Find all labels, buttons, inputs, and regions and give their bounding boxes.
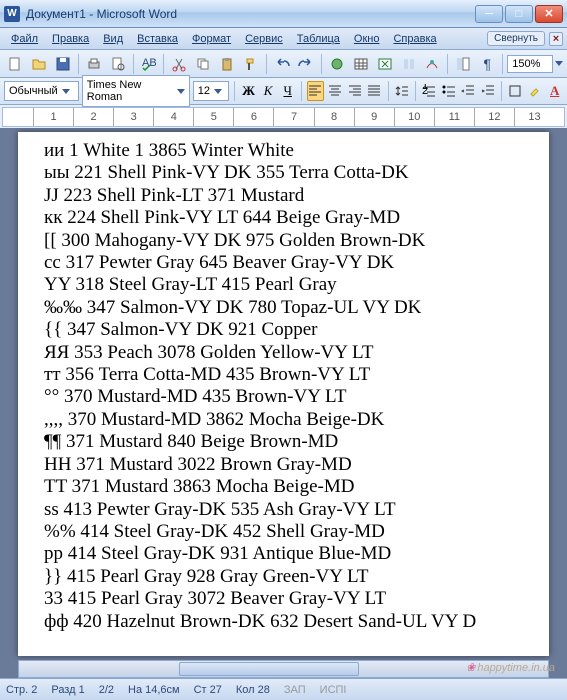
- preview-icon[interactable]: [107, 53, 129, 75]
- text-line[interactable]: 33 415 Pearl Gray 3072 Beaver Gray-VY LT: [44, 588, 523, 610]
- font-color-button[interactable]: А: [546, 81, 563, 101]
- text-line[interactable]: TT 371 Mustard 3863 Mocha Beige-MD: [44, 476, 523, 498]
- status-section: Разд 1: [51, 684, 84, 696]
- bold-button[interactable]: Ж: [240, 81, 257, 101]
- svg-text:ABC: ABC: [142, 57, 156, 69]
- minimize-button[interactable]: ─: [475, 5, 503, 23]
- print-icon[interactable]: [83, 53, 105, 75]
- text-line[interactable]: фф 420 Hazelnut Brown-DK 632 Desert Sand…: [44, 611, 523, 633]
- text-line[interactable]: ыы 221 Shell Pink-VY DK 355 Terra Cotta-…: [44, 162, 523, 184]
- text-line[interactable]: кк 224 Shell Pink-VY LT 644 Beige Gray-M…: [44, 207, 523, 229]
- collapse-button[interactable]: Свернуть: [487, 31, 545, 46]
- text-line[interactable]: JJ 223 Shell Pink-LT 371 Mustard: [44, 185, 523, 207]
- text-line[interactable]: тт 356 Terra Cotta-MD 435 Brown-VY LT: [44, 364, 523, 386]
- menu-file[interactable]: Файл: [4, 30, 45, 48]
- table-icon[interactable]: [350, 53, 372, 75]
- text-line[interactable]: ss 413 Pewter Gray-DK 535 Ash Gray-VY LT: [44, 499, 523, 521]
- menu-view[interactable]: Вид: [96, 30, 130, 48]
- numbered-list-button[interactable]: 12: [421, 81, 438, 101]
- font-combo[interactable]: Times New Roman: [82, 75, 190, 107]
- indent-button[interactable]: [480, 81, 497, 101]
- menu-help[interactable]: Справка: [386, 30, 443, 48]
- menu-edit[interactable]: Правка: [45, 30, 96, 48]
- save-icon[interactable]: [52, 53, 74, 75]
- redo-icon[interactable]: [295, 53, 317, 75]
- size-value: 12: [198, 85, 210, 97]
- underline-button[interactable]: Ч: [279, 81, 296, 101]
- doc-close-button[interactable]: ×: [549, 32, 563, 46]
- text-line[interactable]: cc 317 Pewter Gray 645 Beaver Gray-VY DK: [44, 252, 523, 274]
- text-line[interactable]: %% 414 Steel Gray-DK 452 Shell Gray-MD: [44, 521, 523, 543]
- bullet-list-button[interactable]: [441, 81, 458, 101]
- link-icon[interactable]: [326, 53, 348, 75]
- align-justify-button[interactable]: [366, 81, 383, 101]
- excel-icon[interactable]: [374, 53, 396, 75]
- text-line[interactable]: HH 371 Mustard 3022 Brown Gray-MD: [44, 454, 523, 476]
- menu-insert[interactable]: Вставка: [130, 30, 185, 48]
- maximize-button[interactable]: □: [505, 5, 533, 23]
- new-doc-icon[interactable]: [4, 53, 26, 75]
- status-rec: ЗАП: [284, 684, 306, 696]
- cut-icon[interactable]: [168, 53, 190, 75]
- align-left-button[interactable]: [307, 81, 324, 101]
- spell-icon[interactable]: ABC: [138, 53, 160, 75]
- size-combo[interactable]: 12: [193, 81, 230, 101]
- text-line[interactable]: ии 1 White 1 3865 Winter White: [44, 140, 523, 162]
- menu-bar: Файл Правка Вид Вставка Формат Сервис Та…: [0, 28, 567, 50]
- horizontal-ruler[interactable]: 12345678910111213: [2, 107, 565, 127]
- zoom-combo[interactable]: 150%: [507, 55, 553, 73]
- status-at: На 14,6см: [128, 684, 180, 696]
- text-line[interactable]: }} 415 Pearl Gray 928 Gray Green-VY LT: [44, 566, 523, 588]
- text-line[interactable]: ЯЯ 353 Peach 3078 Golden Yellow-VY LT: [44, 342, 523, 364]
- italic-button[interactable]: К: [260, 81, 277, 101]
- open-icon[interactable]: [28, 53, 50, 75]
- text-line[interactable]: °° 370 Mustard-MD 435 Brown-VY LT: [44, 386, 523, 408]
- text-line[interactable]: {{ 347 Salmon-VY DK 921 Copper: [44, 319, 523, 341]
- document-area: ии 1 White 1 3865 Winter Whiteыы 221 She…: [0, 128, 567, 678]
- window-title: Документ1 - Microsoft Word: [26, 7, 475, 21]
- zoom-dropdown-icon[interactable]: [555, 61, 563, 66]
- align-right-button[interactable]: [346, 81, 363, 101]
- paste-icon[interactable]: [216, 53, 238, 75]
- docmap-icon[interactable]: [452, 53, 474, 75]
- status-line: Ст 27: [194, 684, 222, 696]
- status-col: Кол 28: [236, 684, 270, 696]
- font-value: Times New Roman: [87, 79, 173, 103]
- status-bar: Стр. 2 Разд 1 2/2 На 14,6см Ст 27 Кол 28…: [0, 678, 567, 700]
- text-line[interactable]: ‰‰ 347 Salmon-VY DK 780 Topaz-UL VY DK: [44, 297, 523, 319]
- text-line[interactable]: [[ 300 Mahogany-VY DK 975 Golden Brown-D…: [44, 230, 523, 252]
- text-line[interactable]: ¶¶ 371 Mustard 840 Beige Brown-MD: [44, 431, 523, 453]
- menu-format[interactable]: Формат: [185, 30, 238, 48]
- pilcrow-icon[interactable]: ¶: [476, 53, 498, 75]
- word-icon: W: [4, 6, 20, 22]
- undo-icon[interactable]: [271, 53, 293, 75]
- watermark: ❀happytime.in.ua: [466, 659, 555, 674]
- outdent-button[interactable]: [460, 81, 477, 101]
- formatting-toolbar: Обычный Times New Roman 12 Ж К Ч 12 А: [0, 78, 567, 105]
- menu-tools[interactable]: Сервис: [238, 30, 290, 48]
- menu-window[interactable]: Окно: [347, 30, 387, 48]
- text-line[interactable]: ,,,, 370 Mustard-MD 3862 Mocha Beige-DK: [44, 409, 523, 431]
- menu-table[interactable]: Таблица: [290, 30, 347, 48]
- status-page: Стр. 2: [6, 684, 37, 696]
- align-center-button[interactable]: [327, 81, 344, 101]
- highlight-button[interactable]: [527, 81, 544, 101]
- text-line[interactable]: YY 318 Steel Gray-LT 415 Pearl Gray: [44, 274, 523, 296]
- format-painter-icon[interactable]: [240, 53, 262, 75]
- copy-icon[interactable]: [192, 53, 214, 75]
- text-line[interactable]: pp 414 Steel Gray-DK 931 Antique Blue-MD: [44, 543, 523, 565]
- status-pages: 2/2: [99, 684, 114, 696]
- scroll-thumb[interactable]: [179, 662, 359, 676]
- close-button[interactable]: ✕: [535, 5, 563, 23]
- line-spacing-button[interactable]: [393, 81, 410, 101]
- style-value: Обычный: [9, 85, 58, 97]
- standard-toolbar: ABC ¶ 150%: [0, 50, 567, 78]
- columns-icon[interactable]: [398, 53, 420, 75]
- drawing-icon[interactable]: [422, 53, 444, 75]
- status-track: ИСПІ: [320, 684, 347, 696]
- style-combo[interactable]: Обычный: [4, 81, 79, 101]
- title-bar: W Документ1 - Microsoft Word ─ □ ✕: [0, 0, 567, 28]
- border-button[interactable]: [507, 81, 524, 101]
- page[interactable]: ии 1 White 1 3865 Winter Whiteыы 221 She…: [18, 132, 549, 656]
